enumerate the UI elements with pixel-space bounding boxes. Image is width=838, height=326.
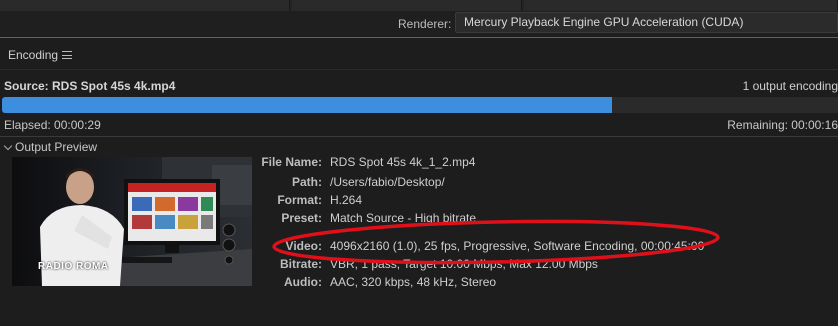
encoding-progress-bar: [2, 97, 838, 113]
thumbnail-logo: RADIO ROMA: [38, 261, 109, 272]
toolbar-cell: [0, 0, 290, 11]
detail-key: Path:: [292, 175, 322, 189]
top-toolbar-strip: [0, 0, 838, 11]
detail-value: /Users/fabio/Desktop/: [330, 175, 445, 189]
detail-key: File Name:: [261, 155, 322, 169]
detail-value: RDS Spot 45s 4k_1_2.mp4: [330, 155, 476, 169]
encoding-progress-fill: [2, 97, 612, 113]
tab-encoding[interactable]: Encoding: [8, 48, 58, 62]
media-encoder-window: Renderer: Mercury Playback Engine GPU Ac…: [0, 0, 838, 326]
renderer-label: Renderer:: [398, 17, 452, 31]
detail-key: Audio:: [284, 275, 322, 289]
tab-underline: [0, 69, 838, 70]
toolbar-cell: [292, 0, 522, 11]
output-count: 1 output encoding: [742, 79, 838, 93]
elapsed-time: Elapsed: 00:00:29: [4, 118, 101, 132]
renderer-dropdown[interactable]: Mercury Playback Engine GPU Acceleration…: [455, 12, 838, 33]
annotation-ellipse: [272, 219, 720, 265]
encoding-panel-header: Encoding: [0, 38, 838, 72]
chevron-down-icon: [3, 141, 13, 151]
toolbar-cell: [524, 0, 838, 11]
detail-value: AAC, 320 kbps, 48 kHz, Stereo: [330, 275, 497, 289]
divider: [0, 136, 838, 137]
remaining-time: Remaining: 00:00:16: [727, 118, 838, 132]
hamburger-icon[interactable]: [62, 51, 72, 59]
output-preview-thumbnail: RADIO ROMA: [12, 157, 252, 286]
source-label: Source: RDS Spot 45s 4k.mp4: [4, 79, 176, 93]
detail-value: H.264: [330, 193, 363, 207]
output-preview-title: Output Preview: [15, 140, 98, 154]
output-preview-toggle[interactable]: Output Preview: [3, 140, 97, 154]
detail-key: Format:: [277, 193, 322, 207]
